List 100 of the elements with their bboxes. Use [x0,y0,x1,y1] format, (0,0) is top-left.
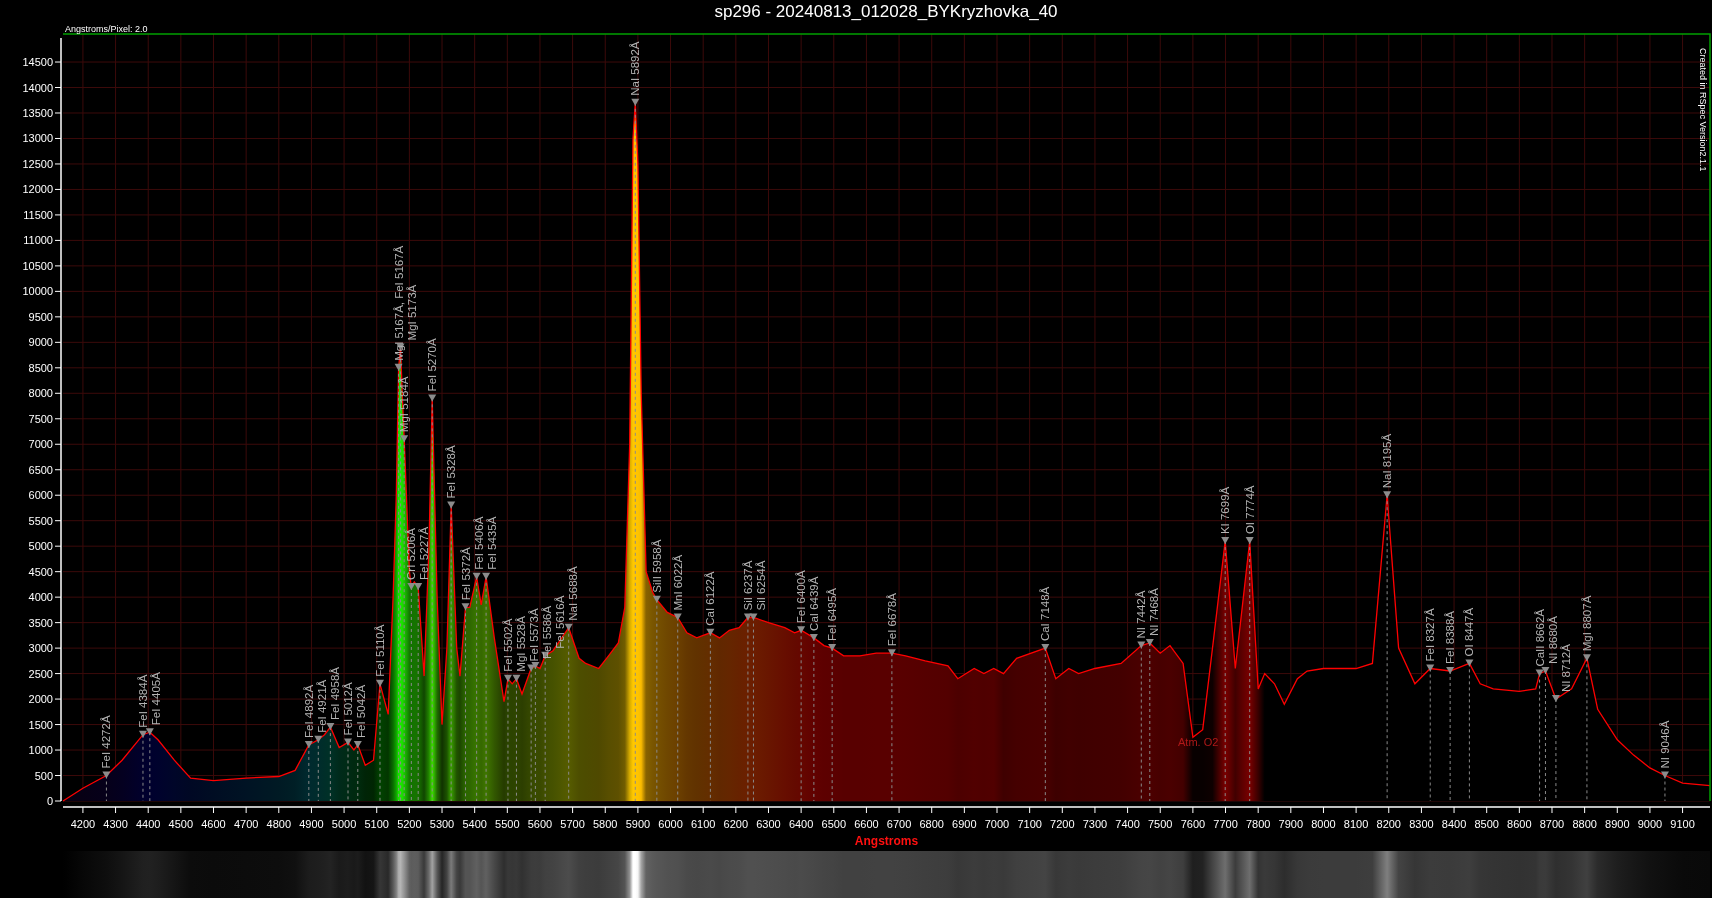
line-label: NaI 5892Å [629,41,642,96]
line-label: FeI 4958Å [328,667,341,721]
y-tick-label: 7000 [28,438,53,451]
x-tick-label: 5600 [527,818,553,830]
line-marker [1660,771,1669,802]
line-label: NI 8680Å [1546,616,1559,665]
x-tick-label: 9100 [1670,818,1695,830]
y-tick-label: 4000 [28,591,53,604]
x-tick-label: 8100 [1343,818,1369,830]
line-label: FeI 5435Å [485,516,498,570]
y-tick-label: 500 [34,769,53,782]
x-tick-label: 7300 [1082,818,1108,830]
line-label: OI 8447Å [1463,607,1476,657]
line-label: CaI 6439Å [808,576,821,631]
line-marker [102,771,111,802]
y-tick-label: 9000 [28,336,53,349]
x-tick-label: 7700 [1213,818,1238,830]
x-tick-label: 7500 [1148,818,1173,830]
y-tick-label: 1500 [28,718,53,731]
y-tick-label: 11000 [23,234,53,247]
line-label: MgI 5184Å [398,376,411,433]
x-tick-label: 4400 [135,818,161,830]
y-tick-label: 14000 [22,81,53,94]
x-tick-label: 4600 [201,818,226,830]
line-label: NI 8712Å [1559,644,1572,693]
x-tick-label: 5000 [331,818,357,830]
x-tick-label: 5700 [560,818,585,830]
line-label: MnI 6022Å [671,554,684,611]
x-tick-label: 8300 [1409,818,1434,830]
x-tick-label: 5800 [593,818,618,830]
y-tick-label: 5000 [28,540,53,553]
y-tick-label: 12500 [22,157,53,170]
line-label: FeI 5110Å [374,624,386,677]
line-label: FeI 5372Å [459,547,472,601]
line-label: FeI 4405Å [150,672,162,726]
x-tick-label: 5500 [495,818,520,830]
line-label: MgI 5173Å [405,284,418,341]
x-tick-label: 5300 [429,818,455,830]
line-label: NaI 8195Å [1381,433,1394,489]
line-label: FeI 6678Å [885,593,898,647]
y-tick-label: 14500 [22,56,53,69]
line-label: FeI 5573Å [527,608,540,662]
band-label: Atm. O2 [1178,736,1219,748]
y-tick-label: 13500 [22,107,53,119]
line-label: CaI 7148Å [1039,586,1052,642]
line-label: FeI 5328Å [445,445,458,499]
line-marker [304,740,313,802]
line-marker [314,735,323,802]
x-tick-label: 8900 [1605,818,1630,830]
x-tick-label: 6400 [788,818,814,830]
line-label: FeI 8388Å [1444,610,1457,665]
x-tick-label: 7800 [1245,818,1271,830]
x-tick-label: 6000 [658,818,683,830]
line-label: FeI 5012Å [342,682,354,736]
y-tick-label: 9500 [28,310,53,323]
x-tick-label: 4200 [70,818,96,830]
x-tick-label: 5900 [625,818,651,830]
x-tick-label: 6100 [690,818,716,830]
line-label: FeI 4921Å [315,679,328,733]
x-tick-label: 4700 [233,818,259,830]
y-tick-label: 12000 [22,183,53,196]
line-label: SiI 6254Å [754,560,767,611]
line-marker [353,740,362,802]
line-label: NI 7468Å [1148,588,1161,636]
y-tick-label: 2000 [28,693,53,706]
y-tick-label: 7500 [28,412,53,425]
line-label: CaI 6122Å [704,571,717,626]
line-label: FeI 5406Å [472,516,485,570]
line-label: MgI 5167Å, FeI 5167Å [392,245,405,361]
x-tick-label: 6600 [854,818,879,830]
x-tick-label: 4300 [103,818,128,830]
line-label: FeI 5042Å [355,684,367,738]
x-tick-label: 4800 [266,818,292,830]
x-tick-label: 5100 [364,818,389,830]
y-tick-label: 4500 [28,565,53,578]
line-label: SiI 6237Å [741,560,754,611]
x-tick-label: 8700 [1539,818,1565,830]
x-tick-label: 6200 [723,818,749,830]
y-tick-label: 6000 [28,489,53,502]
x-tick-label: 7000 [984,818,1010,830]
line-label: FeI 5227Å [418,526,431,580]
x-tick-label: 5200 [397,818,422,830]
y-tick-label: 11500 [23,208,53,221]
line-label: FeI 5616Å [553,595,566,649]
y-tick-label: 3000 [28,642,53,655]
line-label: FeI 8327Å [1424,608,1437,662]
y-tick-label: 1000 [28,744,53,757]
x-tick-label: 6700 [886,818,912,830]
line-label: NaI 5688Å [566,566,579,621]
x-tick-label: 5400 [462,818,487,830]
line-label: FeI 4384Å [137,674,149,728]
x-tick-label: 8600 [1507,818,1532,830]
chart-title: sp296 - 20240813_012028_BYKryzhovka_40 [714,1,1058,23]
line-label: FeI 4272Å [100,715,113,769]
credit-text: Created in RSpec Version2.1.1 [1698,48,1708,172]
line-label: NI 9046Å [1658,720,1671,769]
line-label: OI 7774Å [1243,485,1256,535]
y-tick-label: 10500 [22,259,53,272]
x-tick-label: 6500 [821,818,846,830]
line-label: FeI 5502Å [501,618,514,672]
